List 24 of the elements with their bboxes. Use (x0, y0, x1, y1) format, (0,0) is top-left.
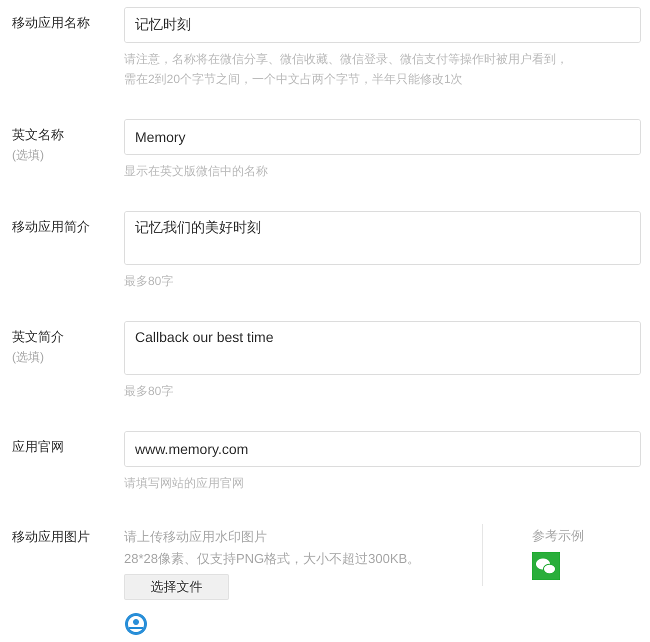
input-field[interactable]: Memory (124, 119, 641, 155)
hint-text: 请注意，名称将在微信分享、微信收藏、微信登录、微信支付等操作时被用户看到， (124, 51, 569, 68)
field-label: 英文名称 (12, 126, 65, 144)
field-label: 移动应用图片 (12, 528, 91, 546)
hint-text: 最多80字 (124, 383, 174, 400)
choose-file-button[interactable]: 选择文件 (124, 574, 229, 600)
hint-text: 显示在英文版微信中的名称 (124, 163, 269, 180)
hint-text: 需在2到20个字节之间，一个中文占两个字节，半年只能修改1次 (124, 71, 464, 88)
field-label: 英文简介 (12, 328, 65, 346)
hint-text: 最多80字 (124, 273, 174, 290)
field-label: 移动应用简介 (12, 218, 91, 236)
field-label: 移动应用名称 (12, 14, 91, 32)
hint-text: 请上传移动应用水印图片 (124, 528, 268, 546)
text-area[interactable]: 记忆我们的美好时刻 (124, 211, 641, 265)
input-field[interactable]: 记忆时刻 (124, 7, 641, 43)
input-field[interactable]: www.memory.com (124, 431, 641, 467)
hint-text: 请填写网站的应用官网 (124, 475, 245, 492)
hint-text: 28*28像素、仅支持PNG格式，大小不超过300KB。 (124, 550, 422, 568)
chat-bubbles-icon (532, 552, 560, 580)
text-area[interactable]: Callback our best time (124, 321, 641, 375)
optional-note: (选填) (12, 349, 45, 366)
field-label: 应用官网 (12, 438, 65, 456)
optional-note: (选填) (12, 147, 45, 164)
example-title: 参考示例 (532, 527, 584, 545)
